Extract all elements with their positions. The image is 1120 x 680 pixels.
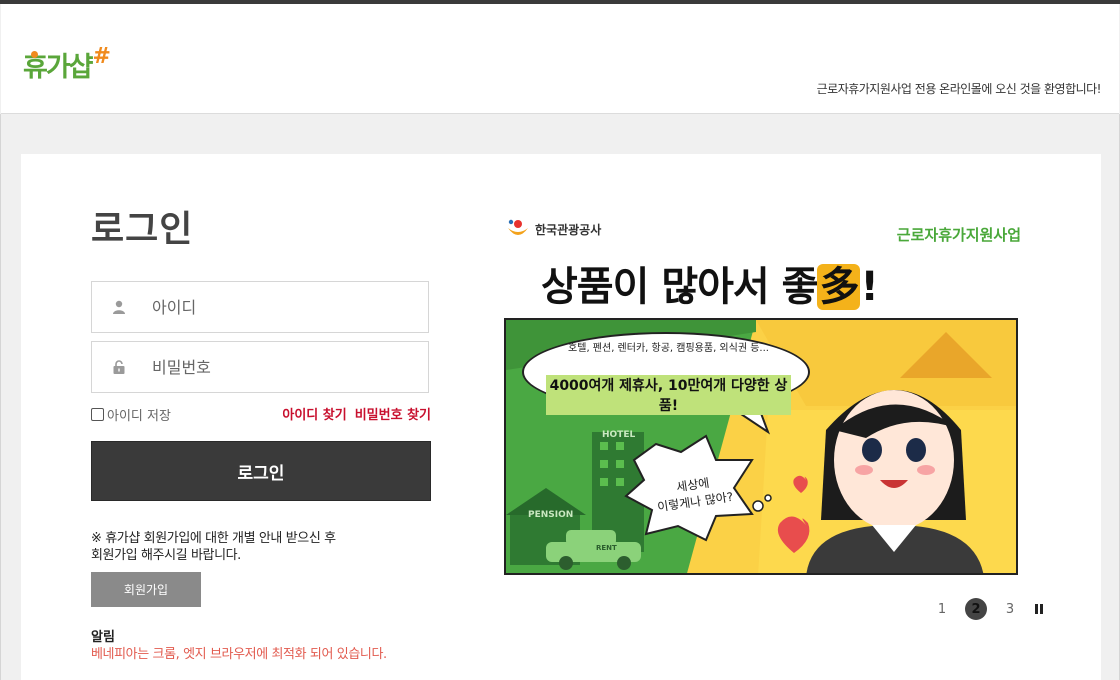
find-id-link[interactable]: 아이디 찾기: [282, 404, 346, 423]
password-field[interactable]: [91, 341, 429, 393]
thought-line-2: 이렇게나 많아?: [656, 489, 735, 515]
site-header: 휴가샵 # 근로자휴가지원사업 전용 온라인몰에 오신 것을 환영합니다!: [1, 4, 1119, 114]
pager-page-2[interactable]: 2: [965, 598, 987, 620]
site-logo[interactable]: 휴가샵 #: [23, 44, 111, 88]
pension-sign: PENSION: [528, 510, 574, 520]
find-password-link[interactable]: 비밀번호 찾기: [355, 404, 431, 423]
headline-end: !: [860, 264, 878, 310]
pause-icon[interactable]: [1035, 604, 1043, 614]
save-id-checkbox[interactable]: [91, 408, 104, 421]
logo-hash-icon: #: [92, 44, 111, 69]
password-input[interactable]: [152, 357, 412, 377]
save-id-label: 아이디 저장: [107, 409, 171, 424]
lock-icon: [92, 342, 146, 392]
user-id-input[interactable]: [152, 297, 412, 317]
org-name: 한국관광공사: [535, 222, 602, 237]
join-button[interactable]: 회원가입: [91, 572, 201, 607]
find-account-links: 아이디 찾기 비밀번호 찾기: [282, 404, 431, 423]
user-icon: [92, 282, 146, 332]
speech-bubble: 호텔, 펜션, 렌터카, 항공, 캠핑용품, 외식권 등... 4000여개 제…: [522, 332, 810, 415]
bubble-product-list: 호텔, 펜션, 렌터카, 항공, 캠핑용품, 외식권 등...: [568, 343, 769, 354]
promo-banner[interactable]: 한국관광공사 근로자휴가지원사업 상품이 많아서 좋多! HOTEL PENSI…: [503, 210, 1021, 576]
join-guide-line-1: ※ 휴가샵 회원가입에 대한 개별 안내 받으신 후: [91, 531, 336, 546]
rent-car-sign: RENT: [596, 544, 617, 552]
pager-page-3[interactable]: 3: [999, 598, 1021, 620]
join-guide-line-2: 회원가입 해주시길 바랍니다.: [91, 548, 241, 563]
join-guide-text: ※ 휴가샵 회원가입에 대한 개별 안내 받으신 후 회원가입 해주시길 바랍니…: [91, 530, 336, 564]
thought-bubble: 세상에 이렇게나 많아?: [634, 450, 754, 536]
pager-page-1[interactable]: 1: [931, 598, 953, 620]
login-button[interactable]: 로그인: [91, 441, 431, 501]
comic-illustration: HOTEL PENSION RENT 호텔, 펜션, 렌터카, 항공, 캠핑용품…: [504, 318, 1018, 575]
banner-pager: 1 2 3: [931, 598, 1043, 620]
logo-dot-icon: [31, 51, 38, 58]
banner-headline: 상품이 많아서 좋多!: [541, 254, 879, 312]
page-title: 로그인: [91, 209, 194, 250]
kto-emblem-icon: [508, 219, 528, 235]
org-logo: 한국관광공사: [505, 216, 601, 242]
headline-highlight: 多: [817, 264, 861, 310]
headline-text: 상품이 많아서 좋: [541, 264, 818, 310]
program-name: 근로자휴가지원사업: [896, 226, 1021, 244]
login-card: 로그인 아이디 저장 아이디 찾기 비밀번호 찾기 로그인 ※ 휴가샵 회원가입…: [21, 154, 1101, 680]
save-id-option[interactable]: 아이디 저장: [91, 405, 171, 424]
hotel-sign: HOTEL: [602, 430, 636, 440]
left-border: [0, 114, 1, 680]
bubble-highlight: 4000여개 제휴사, 10만여개 다양한 상품!: [546, 375, 791, 415]
welcome-message: 근로자휴가지원사업 전용 온라인몰에 오신 것을 환영합니다!: [816, 82, 1102, 96]
user-id-field[interactable]: [91, 281, 429, 333]
notice-text: 베네피아는 크롬, 엣지 브라우저에 최적화 되어 있습니다.: [91, 647, 387, 662]
